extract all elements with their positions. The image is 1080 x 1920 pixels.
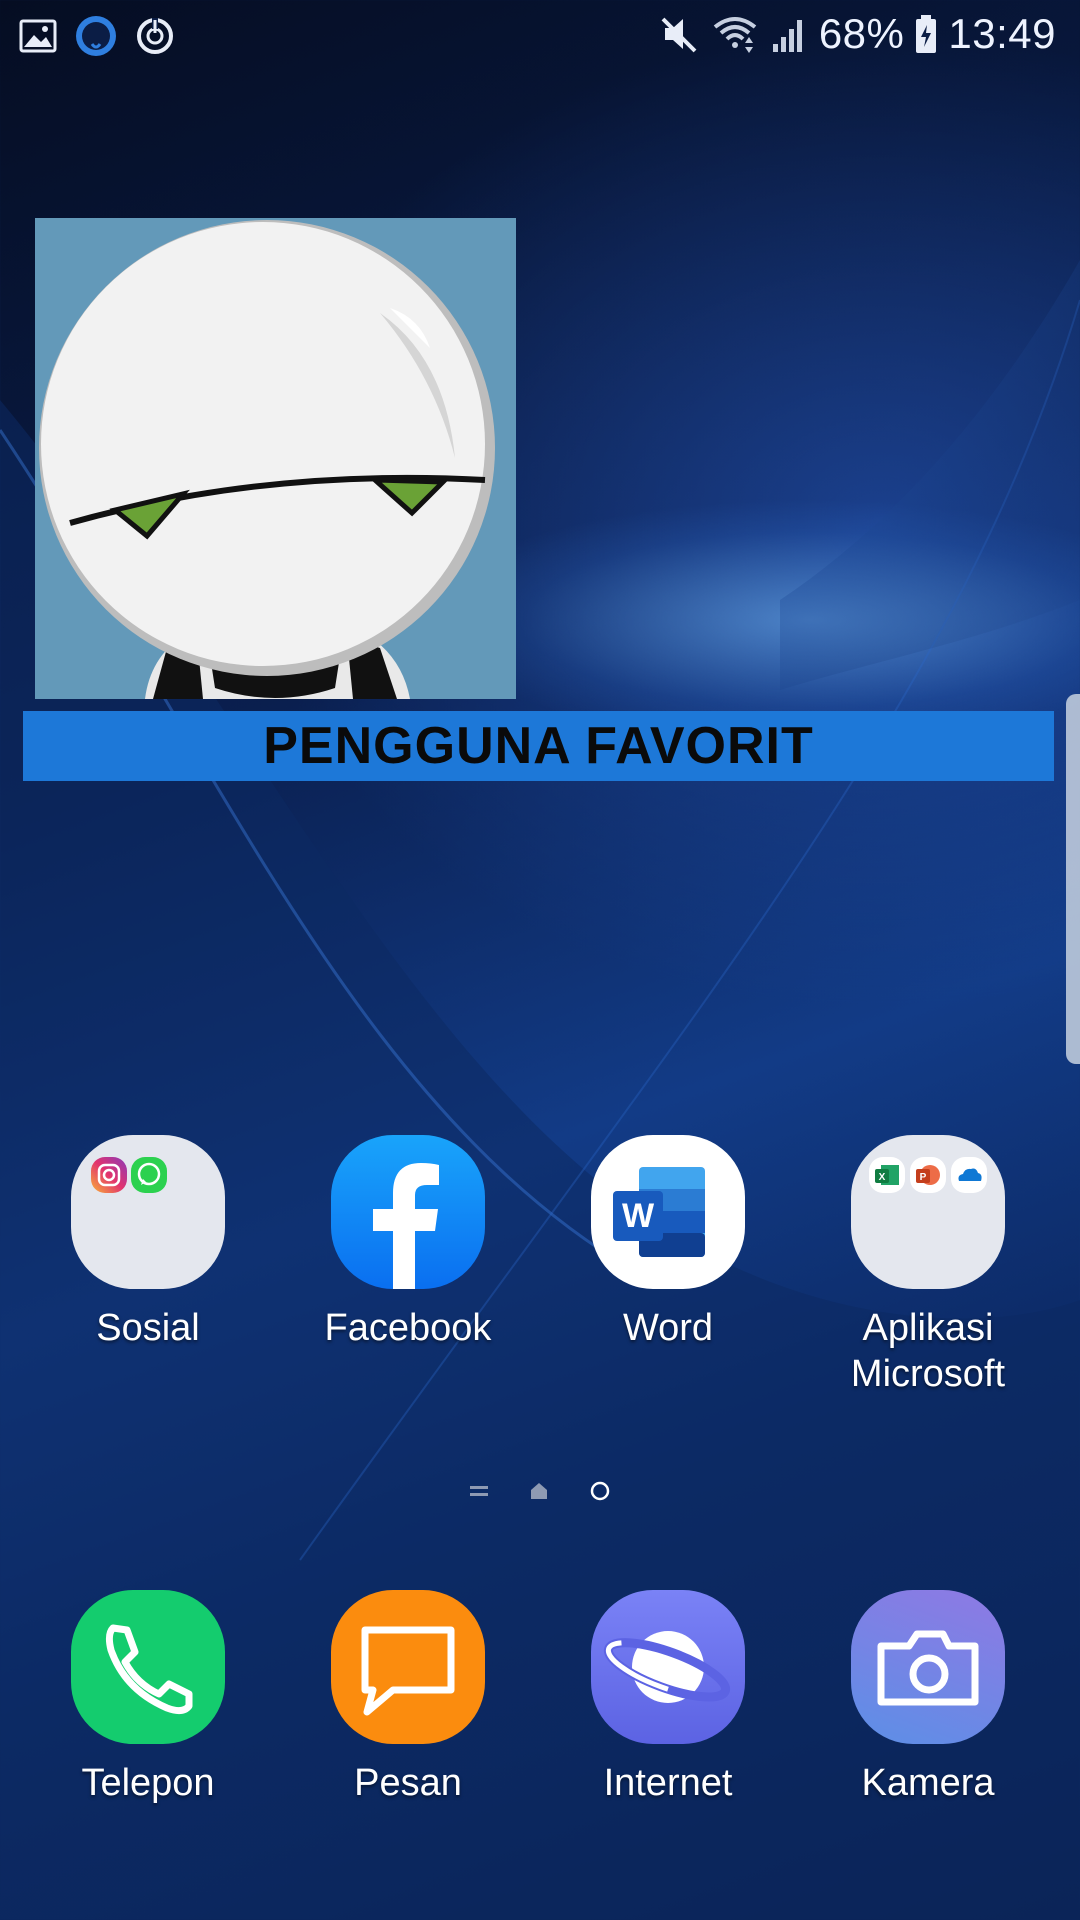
signal-icon (769, 14, 809, 54)
message-icon (331, 1590, 485, 1744)
github-icon (74, 14, 118, 58)
app-label: Kamera (861, 1762, 995, 1804)
clock: 13:49 (948, 10, 1056, 57)
powerpoint-icon: P (910, 1157, 946, 1193)
camera-icon (851, 1590, 1005, 1744)
whatsapp-icon (131, 1157, 167, 1193)
svg-text:X: X (879, 1172, 886, 1183)
app-facebook[interactable]: Facebook (298, 1135, 518, 1351)
banner-text: PENGGUNA FAVORIT (263, 717, 814, 775)
folder-icon (71, 1135, 225, 1289)
internet-icon (591, 1590, 745, 1744)
robot-avatar-icon (35, 218, 516, 699)
gallery-icon (18, 17, 58, 55)
dock-pesan[interactable]: Pesan (298, 1590, 518, 1806)
wifi-icon (711, 13, 759, 55)
app-label: Telepon (81, 1762, 215, 1804)
word-icon: W (591, 1135, 745, 1289)
app-label: Facebook (324, 1307, 492, 1349)
mute-icon (659, 13, 701, 55)
instagram-icon (91, 1157, 127, 1193)
sync-icon (134, 15, 176, 57)
folder-icon: X P (851, 1135, 1005, 1289)
facebook-icon (331, 1135, 485, 1289)
favorite-user-banner: PENGGUNA FAVORIT (23, 711, 1054, 781)
app-word[interactable]: W Word (558, 1135, 778, 1351)
battery-icon (914, 13, 938, 55)
favorite-contact-photo[interactable] (35, 218, 516, 699)
app-label: Sosial (96, 1307, 200, 1349)
svg-text:P: P (920, 1172, 927, 1183)
dock-telepon[interactable]: Telepon (38, 1590, 258, 1806)
onedrive-icon (951, 1157, 987, 1193)
app-label: Word (622, 1307, 714, 1349)
excel-icon: X (869, 1157, 905, 1193)
dock-internet[interactable]: Internet (558, 1590, 778, 1806)
current-page-icon (589, 1480, 611, 1507)
edge-panel-handle[interactable] (1066, 694, 1080, 1064)
menu-page-icon (469, 1483, 489, 1504)
app-microsoft-folder[interactable]: X P Aplikasi Microsoft (818, 1135, 1038, 1397)
status-bar: 68% 13:49 (0, 0, 1080, 72)
app-label: Internet (603, 1762, 733, 1804)
battery-percent: 68% (818, 10, 905, 57)
page-indicator[interactable] (0, 1480, 1080, 1507)
home-page-icon (529, 1481, 549, 1506)
app-sosial-folder[interactable]: Sosial (38, 1135, 258, 1351)
dock-kamera[interactable]: Kamera (818, 1590, 1038, 1806)
svg-text:W: W (622, 1197, 655, 1235)
phone-icon (71, 1590, 225, 1744)
app-label: Aplikasi Microsoft (850, 1307, 1006, 1395)
app-label: Pesan (354, 1762, 462, 1804)
